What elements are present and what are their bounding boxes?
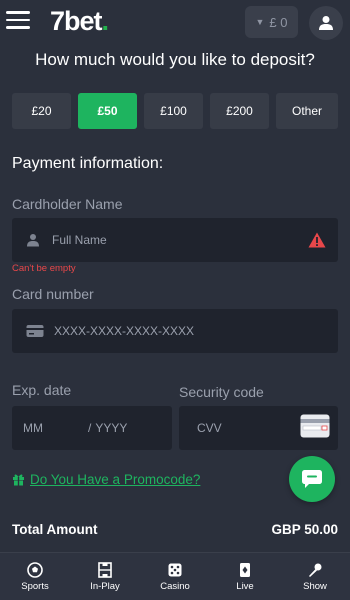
cardholder-label: Cardholder Name [12,196,123,212]
total-label: Total Amount [12,522,98,537]
amount-other-button[interactable]: Other [276,93,338,129]
cardholder-field[interactable]: Full Name [12,218,338,262]
balance-button[interactable]: ▼ £ 0 [245,6,298,38]
user-icon [319,16,333,30]
amount-selector: £20 £50 £100 £200 Other [12,93,338,129]
cardholder-placeholder: Full Name [52,233,107,247]
total-amount-row: Total Amount GBP 50.00 [12,522,338,537]
exp-date-field[interactable]: MM / YYYY [12,406,172,450]
nav-in-play-label: In-Play [90,580,120,592]
nav-show-label: Show [303,580,327,592]
chat-button[interactable] [289,456,335,502]
microphone-icon [309,563,322,577]
exp-month-input[interactable]: MM [23,421,43,435]
card-back-icon [300,414,330,438]
deposit-question: How much would you like to deposit? [35,50,315,69]
chat-icon [302,470,322,488]
card-number-field[interactable]: XXXX-XXXX-XXXX-XXXX [12,309,338,353]
nav-live-label: Live [236,580,254,592]
top-bar: 7bet. ▼ £ 0 [0,0,350,46]
gift-icon [13,474,24,486]
exp-year-input[interactable]: YYYY [95,421,127,435]
hamburger-menu-icon[interactable] [6,11,30,31]
person-icon [27,234,39,247]
dice-icon [168,563,182,576]
brand-logo[interactable]: 7bet. [50,6,109,37]
caret-down-icon: ▼ [255,17,265,27]
nav-casino[interactable]: Casino [140,553,210,600]
total-value: GBP 50.00 [271,522,338,537]
amount-20-button[interactable]: £20 [12,93,71,129]
security-code-label: Security code [179,384,264,400]
cvv-placeholder: CVV [197,421,222,435]
football-icon [27,561,43,578]
card-number-label: Card number [12,286,94,302]
amount-200-button[interactable]: £200 [210,93,269,129]
cardholder-error: Can't be empty [12,263,76,274]
field-icon [98,561,112,578]
nav-casino-label: Casino [160,580,190,592]
nav-sports[interactable]: Sports [0,553,70,600]
nav-in-play[interactable]: In-Play [70,553,140,600]
payment-info-title: Payment information: [12,155,164,172]
nav-live[interactable]: Live [210,553,280,600]
amount-100-button[interactable]: £100 [144,93,203,129]
exp-separator: / [88,421,92,435]
logo-dot: . [101,6,109,36]
promocode-label: Do You Have a Promocode? [30,472,201,487]
warning-icon [308,232,326,248]
logo-text: 7bet [50,6,103,36]
account-button[interactable] [309,6,343,40]
nav-show[interactable]: Show [280,553,350,600]
exp-date-label: Exp. date [12,382,72,398]
nav-sports-label: Sports [21,580,49,592]
balance-value: £ 0 [269,14,288,30]
bottom-navigation: Sports In-Play Casino Live Show [0,552,350,600]
playing-card-icon [240,562,250,577]
promocode-link[interactable]: Do You Have a Promocode? [12,472,200,487]
cvv-field[interactable]: CVV [179,406,338,450]
card-number-placeholder: XXXX-XXXX-XXXX-XXXX [54,324,195,338]
amount-50-button[interactable]: £50 [78,93,137,129]
credit-card-icon [26,325,44,337]
